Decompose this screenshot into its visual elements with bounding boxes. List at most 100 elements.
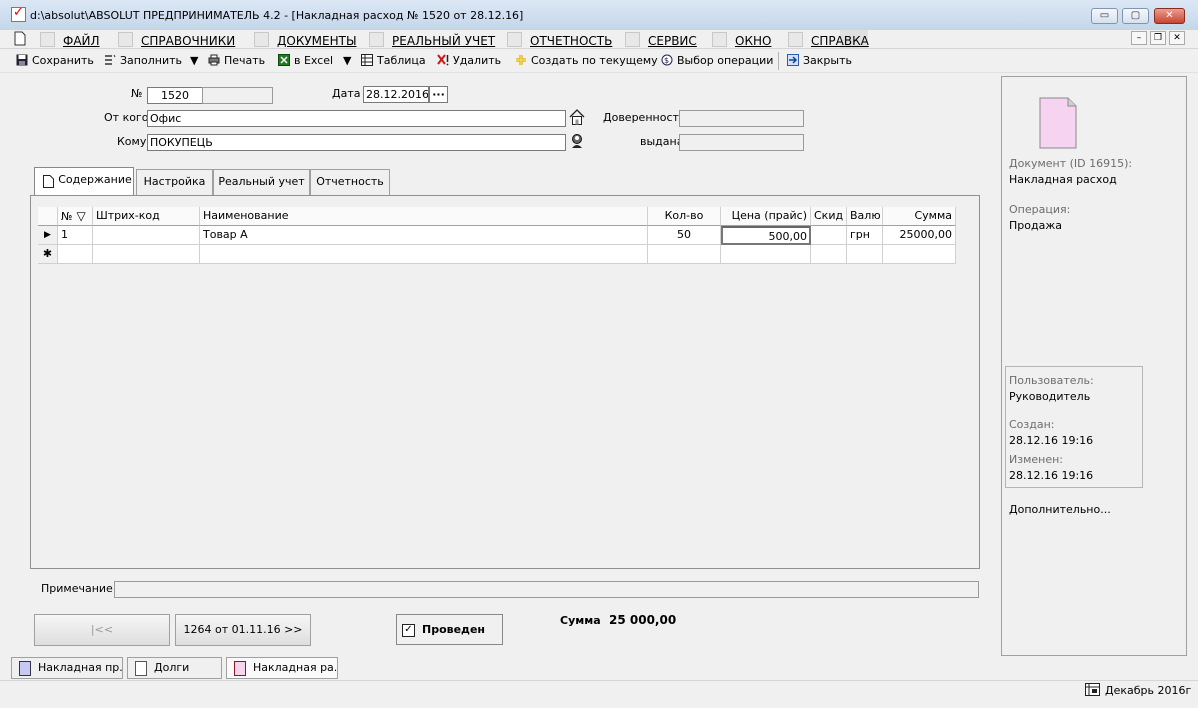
- excel-icon: [278, 54, 290, 66]
- table-cell-name[interactable]: Товар А: [200, 226, 648, 245]
- note-field[interactable]: [114, 581, 979, 598]
- posted-checkbox[interactable]: ✓: [402, 624, 415, 637]
- column-header-sum[interactable]: Сумма: [883, 207, 956, 226]
- mdi-restore-button[interactable]: ❐: [1150, 31, 1166, 45]
- menu-help[interactable]: СПРАВКА: [788, 32, 869, 48]
- menu-reports[interactable]: ОТЧЕТНОСТЬ: [507, 32, 612, 48]
- new-row-cell[interactable]: [811, 245, 847, 264]
- window-tab-invoice-in[interactable]: Накладная пр...: [11, 657, 123, 679]
- menu-file[interactable]: ФАЙЛ: [40, 32, 100, 48]
- proxy-label: Доверенность: [603, 111, 686, 124]
- menu-window[interactable]: ОКНО: [712, 32, 771, 48]
- print-button[interactable]: Печать: [208, 54, 265, 67]
- title-bar: d:\absolut\ABSOLUT ПРЕДПРИНИМАТЕЛЬ 4.2 -…: [0, 0, 1198, 31]
- document-type-value: Накладная расход: [1009, 173, 1117, 186]
- window-tab-invoice-out[interactable]: Накладная ра...: [226, 657, 338, 679]
- column-header-price[interactable]: Цена (прайс): [721, 207, 811, 226]
- from-field[interactable]: Офис: [147, 110, 566, 127]
- new-row-cell[interactable]: [200, 245, 648, 264]
- calendar-icon[interactable]: [1085, 683, 1100, 696]
- table-cell-no[interactable]: 1: [58, 226, 93, 245]
- column-header-name[interactable]: Наименование: [200, 207, 648, 226]
- plus-icon: [516, 55, 526, 65]
- posted-toggle[interactable]: ✓ Проведен: [396, 614, 503, 645]
- table-cell-price-editing[interactable]: 500,00: [721, 226, 811, 245]
- home-icon[interactable]: [569, 109, 585, 126]
- new-row-marker[interactable]: ✱: [38, 245, 58, 264]
- table-cell-discount[interactable]: [811, 226, 847, 245]
- minimize-button[interactable]: ▭: [1091, 8, 1118, 24]
- save-button[interactable]: Сохранить: [16, 54, 94, 67]
- total-value: 25 000,00: [609, 613, 677, 627]
- created-value: 28.12.16 19:16: [1009, 434, 1094, 447]
- column-header-discount[interactable]: Скид: [811, 207, 847, 226]
- modified-label: Изменен:: [1009, 453, 1064, 466]
- number-suffix-field[interactable]: [202, 87, 273, 104]
- new-row-cell[interactable]: [93, 245, 200, 264]
- new-row-cell[interactable]: [883, 245, 956, 264]
- tab-reports[interactable]: Отчетность: [310, 169, 390, 195]
- new-document-icon[interactable]: [14, 31, 26, 46]
- table-grid-icon: [361, 54, 373, 66]
- date-label: Дата: [332, 87, 361, 100]
- tab-real-accounting[interactable]: Реальный учет: [213, 169, 310, 195]
- fill-list-icon: [105, 54, 116, 65]
- maximize-button[interactable]: ▢: [1122, 8, 1149, 24]
- create-from-current-button[interactable]: Создать по текущему: [515, 54, 658, 67]
- menu-real-accounting[interactable]: РЕАЛЬНЫЙ УЧЕТ: [369, 32, 495, 48]
- created-label: Создан:: [1009, 418, 1055, 431]
- date-field[interactable]: 28.12.2016: [363, 86, 429, 103]
- items-table: № ▽ Штрих-код Наименование Кол-во Цена (п…: [38, 207, 956, 265]
- window-icon: [712, 32, 727, 47]
- column-header-no[interactable]: № ▽: [58, 207, 93, 226]
- window-tab-debts[interactable]: Долги: [127, 657, 222, 679]
- menu-documents[interactable]: ДОКУМЕНТЫ: [254, 32, 357, 48]
- excel-button[interactable]: в Excel: [278, 54, 333, 67]
- next-document-button[interactable]: 1264 от 01.11.16 >>: [175, 614, 311, 646]
- column-header-currency[interactable]: Валю: [847, 207, 883, 226]
- to-field[interactable]: ПОКУПЕЦЬ: [147, 134, 566, 151]
- excel-dropdown-arrow[interactable]: ▼: [343, 54, 351, 67]
- delete-button[interactable]: Удалить: [437, 54, 501, 67]
- sort-descending-icon: ▽: [76, 209, 86, 223]
- fill-dropdown-arrow[interactable]: ▼: [190, 54, 198, 67]
- column-header-qty[interactable]: Кол-во: [648, 207, 721, 226]
- row-selector[interactable]: ▶: [38, 226, 58, 245]
- close-window-button[interactable]: ✕: [1154, 8, 1185, 24]
- debts-document-icon: [135, 661, 147, 676]
- document-icon: [43, 175, 54, 188]
- fill-button[interactable]: Заполнить: [104, 54, 182, 67]
- operation-value: Продажа: [1009, 219, 1062, 232]
- user-label: Пользователь:: [1009, 374, 1094, 387]
- exit-arrow-icon: [787, 54, 799, 66]
- table-cell-sum[interactable]: 25000,00: [883, 226, 956, 245]
- help-book-icon: [788, 32, 803, 47]
- column-header-barcode[interactable]: Штрих-код: [93, 207, 200, 226]
- proxy-field[interactable]: [679, 110, 804, 127]
- date-picker-button[interactable]: ···: [429, 86, 448, 103]
- issued-field[interactable]: [679, 134, 804, 151]
- new-row-cell[interactable]: [721, 245, 811, 264]
- table-cell-currency[interactable]: грн: [847, 226, 883, 245]
- note-label: Примечание: [41, 582, 113, 595]
- select-operation-button[interactable]: $ Выбор операции: [661, 54, 773, 67]
- table-cell-barcode[interactable]: [93, 226, 200, 245]
- menu-references[interactable]: СПРАВОЧНИКИ: [118, 32, 235, 48]
- table-button[interactable]: Таблица: [361, 54, 426, 67]
- table-cell-qty[interactable]: 50: [648, 226, 721, 245]
- mdi-close-button[interactable]: ✕: [1169, 31, 1185, 45]
- mdi-minimize-button[interactable]: –: [1131, 31, 1147, 45]
- new-row-cell[interactable]: [648, 245, 721, 264]
- menu-service[interactable]: СЕРВИС: [625, 32, 697, 48]
- tab-settings[interactable]: Настройка: [136, 169, 213, 195]
- new-row-cell[interactable]: [847, 245, 883, 264]
- more-info-link[interactable]: Дополнительно...: [1009, 503, 1111, 516]
- app-check-icon: [11, 5, 26, 22]
- number-field[interactable]: 1520: [147, 87, 203, 104]
- prev-document-button[interactable]: |<<: [34, 614, 170, 646]
- new-row-cell[interactable]: [58, 245, 93, 264]
- person-icon[interactable]: [569, 133, 585, 150]
- window-title: d:\absolut\ABSOLUT ПРЕДПРИНИМАТЕЛЬ 4.2 -…: [30, 9, 524, 22]
- close-document-button[interactable]: Закрыть: [787, 54, 852, 67]
- tab-content[interactable]: Содержание: [34, 167, 134, 196]
